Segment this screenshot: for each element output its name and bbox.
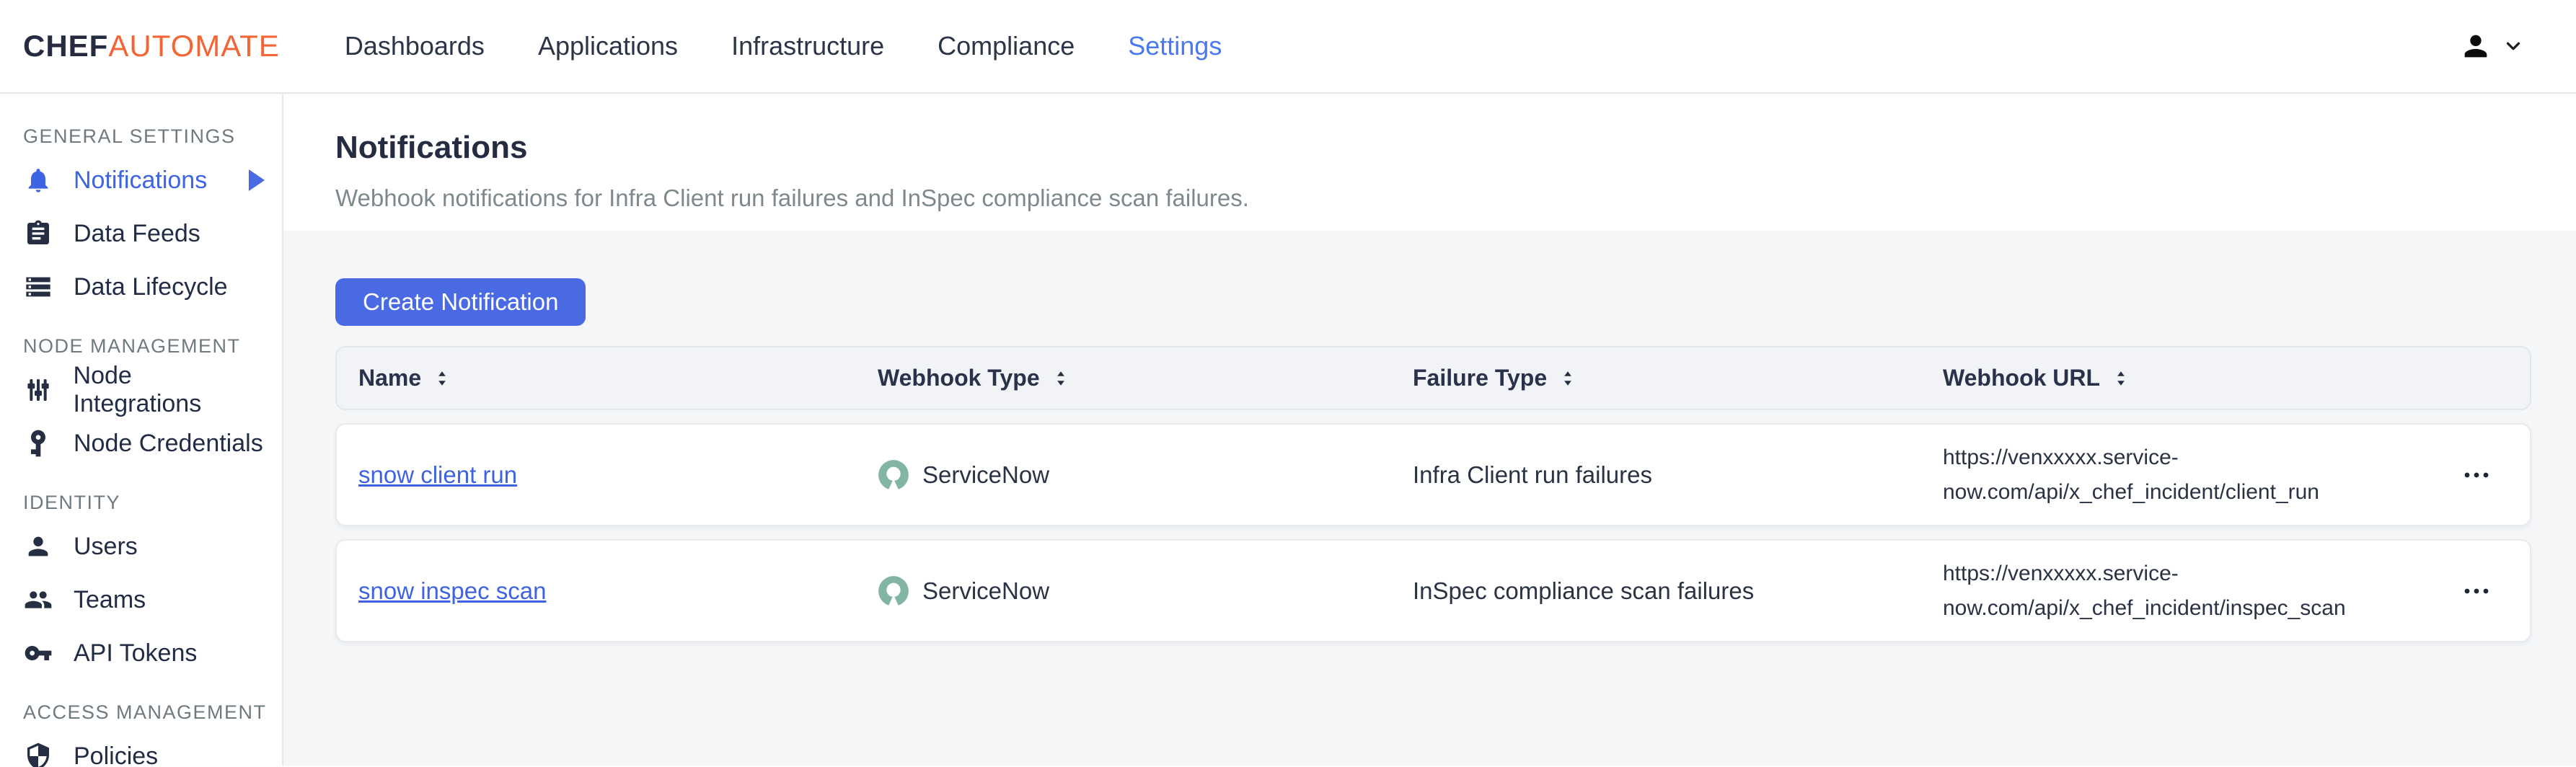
sliders-icon [23,375,53,405]
column-header-name[interactable]: Name [337,365,878,391]
active-arrow-icon [249,169,265,191]
key-icon [23,638,53,668]
sidebar-item-label: Teams [74,586,146,614]
notification-name-cell: snow client run [337,461,878,489]
servicenow-logo-icon [878,575,909,607]
create-notification-button[interactable]: Create Notification [335,278,586,326]
webhook-url-text: https://venxxxxx.service-now.com/api/x_c… [1943,557,2347,626]
webhook-url-cell: https://venxxxxx.service-now.com/api/x_c… [1943,440,2404,510]
column-header-webhook-type[interactable]: Webhook Type [878,365,1413,391]
key-vertical-icon [23,428,53,458]
column-label: Name [358,365,421,391]
webhook-type-label: ServiceNow [922,577,1049,605]
bell-icon [23,165,53,195]
servicenow-logo-icon [878,459,909,491]
sidebar-section-identity: IDENTITY [23,492,282,514]
notification-link[interactable]: snow inspec scan [358,577,546,604]
primary-nav: Dashboards Applications Infrastructure C… [345,31,1222,61]
person-icon [23,531,53,562]
webhook-type-cell: ServiceNow [878,575,1413,607]
sort-icon[interactable] [1558,367,1577,390]
more-options-icon[interactable] [2455,580,2498,603]
column-header-failure-type[interactable]: Failure Type [1413,365,1943,391]
sidebar-item-teams[interactable]: Teams [23,573,282,626]
sort-icon[interactable] [433,367,451,390]
page-subtitle: Webhook notifications for Infra Client r… [335,185,2531,212]
settings-sidebar: GENERAL SETTINGS Notifications Data Feed… [0,94,283,766]
nav-applications[interactable]: Applications [538,31,678,61]
column-label: Webhook URL [1943,365,2100,391]
notification-link[interactable]: snow client run [358,461,517,488]
sidebar-item-api-tokens[interactable]: API Tokens [23,626,282,680]
sidebar-section-node-management: NODE MANAGEMENT [23,335,282,358]
sidebar-item-users[interactable]: Users [23,520,282,573]
column-header-webhook-url[interactable]: Webhook URL [1943,365,2404,391]
sidebar-item-label: Data Feeds [74,220,200,248]
column-label: Webhook Type [878,365,1040,391]
user-avatar-icon [2459,30,2492,63]
webhook-url-text: https://venxxxxx.service-now.com/api/x_c… [1943,440,2347,510]
sidebar-item-label: Notifications [74,167,207,195]
storage-icon [23,272,53,302]
nav-infrastructure[interactable]: Infrastructure [731,31,884,61]
more-options-icon[interactable] [2455,464,2498,487]
sort-icon[interactable] [1051,367,1070,390]
webhook-type-cell: ServiceNow [878,459,1413,491]
chef-automate-app: CHEFAUTOMATE Dashboards Applications Inf… [0,0,2576,766]
notification-name-cell: snow inspec scan [337,577,878,605]
sidebar-section-access-management: ACCESS MANAGEMENT [23,701,282,724]
nav-compliance[interactable]: Compliance [938,31,1075,61]
chef-automate-logo[interactable]: CHEFAUTOMATE [23,29,280,63]
sidebar-item-policies[interactable]: Policies [23,730,282,767]
logo-chef-text: CHEF [23,29,108,63]
sidebar-section-general-settings: GENERAL SETTINGS [23,125,282,148]
sidebar-item-label: API Tokens [74,639,197,668]
sidebar-item-notifications[interactable]: Notifications [23,154,282,207]
webhook-url-cell: https://venxxxxx.service-now.com/api/x_c… [1943,557,2404,626]
shield-icon [23,741,53,767]
sidebar-item-label: Users [74,533,138,561]
sidebar-item-label: Data Lifecycle [74,273,228,301]
sidebar-item-data-feeds[interactable]: Data Feeds [23,207,282,260]
chevron-down-icon [2502,35,2524,57]
sidebar-item-label: Node Credentials [74,430,263,458]
table-header-row: Name Webhook Type Failure Type Webhook U… [335,346,2531,410]
sidebar-item-label: Node Integrations [74,362,265,418]
user-menu-button[interactable] [2459,30,2524,63]
sidebar-item-data-lifecycle[interactable]: Data Lifecycle [23,260,282,314]
main-content: Notifications Webhook notifications for … [283,94,2576,766]
top-nav-bar: CHEFAUTOMATE Dashboards Applications Inf… [0,0,2576,94]
sort-icon[interactable] [2112,367,2130,390]
page-header: Notifications Webhook notifications for … [283,94,2576,231]
page-title: Notifications [335,130,2531,166]
nav-settings[interactable]: Settings [1128,31,1222,61]
notifications-panel: Create Notification Name Webhook Type Fa… [283,231,2576,766]
webhook-type-label: ServiceNow [922,461,1049,489]
failure-type-cell: InSpec compliance scan failures [1413,577,1943,605]
failure-type-cell: Infra Client run failures [1413,461,1943,489]
table-row: snow inspec scan ServiceNow InSpec compl… [335,539,2531,642]
column-label: Failure Type [1413,365,1547,391]
sidebar-item-node-credentials[interactable]: Node Credentials [23,417,282,470]
sidebar-item-node-integrations[interactable]: Node Integrations [23,363,282,417]
table-row: snow client run ServiceNow Infra Client … [335,423,2531,526]
people-icon [23,585,53,615]
logo-automate-text: AUTOMATE [108,29,279,63]
sidebar-item-label: Policies [74,742,158,767]
nav-dashboards[interactable]: Dashboards [345,31,485,61]
clipboard-icon [23,218,53,249]
